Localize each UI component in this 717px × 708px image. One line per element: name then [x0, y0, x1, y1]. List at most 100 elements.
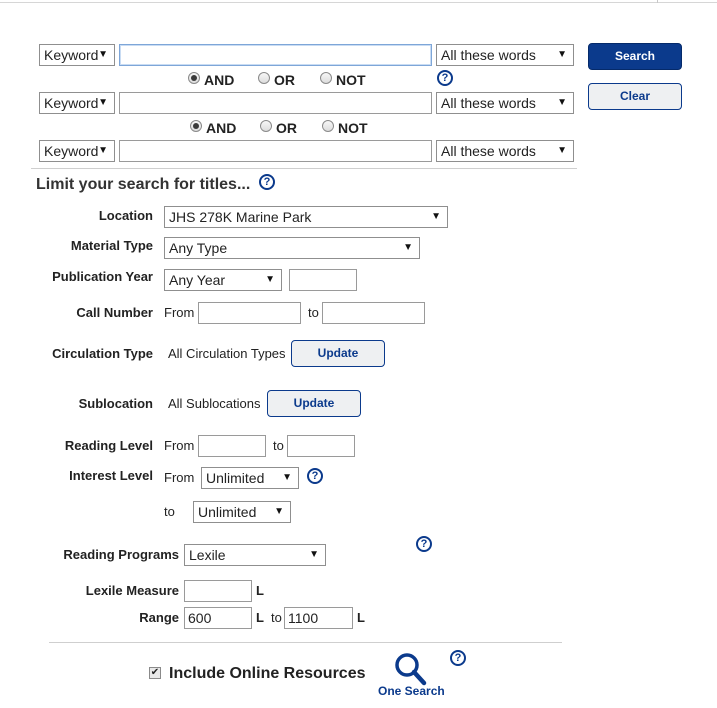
sublocation-update-button[interactable]: Update: [267, 390, 361, 417]
operator-and-radio-2[interactable]: [190, 120, 202, 132]
publication-year-select[interactable]: Any Year ▼: [164, 269, 282, 291]
help-icon[interactable]: ?: [450, 650, 466, 666]
publication-year-input[interactable]: [289, 269, 357, 291]
operator-and-label: AND: [206, 120, 237, 136]
reading-programs-select[interactable]: Lexile ▼: [184, 544, 326, 566]
circulation-type-value: All Circulation Types: [168, 346, 286, 361]
material-type-select[interactable]: Any Type ▼: [164, 237, 420, 259]
query-input-3[interactable]: [119, 140, 432, 162]
lexile-unit: L: [256, 583, 264, 598]
field-select-3[interactable]: Keyword ▼: [39, 140, 115, 162]
top-border: [0, 2, 717, 3]
call-number-from-label: From: [164, 305, 195, 320]
reading-level-to-label: to: [273, 438, 284, 453]
dropdown-arrow-icon: ▼: [274, 506, 284, 517]
online-resources-checkbox[interactable]: ✔: [149, 667, 161, 679]
search-magnifier-icon[interactable]: [393, 652, 427, 686]
operator-not-radio-1[interactable]: [320, 72, 332, 84]
match-select-3[interactable]: All these words ▼: [436, 140, 574, 162]
query-input-1[interactable]: [119, 44, 432, 66]
call-number-to-label: to: [308, 305, 319, 320]
reading-level-from-input[interactable]: [198, 435, 266, 457]
range-label: Range: [139, 610, 179, 625]
field-select-value: Keyword: [44, 95, 99, 111]
divider: [49, 642, 562, 643]
dropdown-arrow-icon: ▼: [98, 97, 108, 108]
publication-year-select-value: Any Year: [169, 272, 226, 288]
range-from-unit: L: [256, 610, 264, 625]
publication-year-label: Publication Year: [52, 269, 153, 284]
field-select-1[interactable]: Keyword ▼: [39, 44, 115, 66]
range-to-label: to: [271, 610, 282, 625]
reading-programs-select-value: Lexile: [189, 547, 226, 563]
dropdown-arrow-icon: ▼: [282, 472, 292, 483]
material-type-select-value: Any Type: [169, 240, 228, 256]
dropdown-arrow-icon: ▼: [265, 274, 275, 285]
interest-level-to-select[interactable]: Unlimited ▼: [193, 501, 291, 523]
dropdown-arrow-icon: ▼: [557, 145, 567, 156]
match-select-value: All these words: [441, 95, 536, 111]
location-select[interactable]: JHS 278K Marine Park ▼: [164, 206, 448, 228]
material-type-label: Material Type: [70, 238, 153, 253]
operator-and-label: AND: [204, 72, 235, 88]
range-to-unit: L: [357, 610, 365, 625]
match-select-value: All these words: [441, 47, 536, 63]
match-select-value: All these words: [441, 143, 536, 159]
operator-not-radio-2[interactable]: [322, 120, 334, 132]
reading-level-from-label: From: [164, 438, 195, 453]
top-border-notch: [657, 0, 658, 3]
limit-heading: Limit your search for titles...: [36, 176, 251, 193]
location-label: Location: [98, 208, 153, 223]
dropdown-arrow-icon: ▼: [431, 211, 441, 222]
range-to-input[interactable]: 1100: [284, 607, 353, 629]
search-button[interactable]: Search: [588, 43, 682, 70]
match-select-1[interactable]: All these words ▼: [436, 44, 574, 66]
interest-level-from-label: From: [164, 470, 195, 485]
lexile-measure-label: Lexile Measure: [85, 583, 179, 598]
dropdown-arrow-icon: ▼: [557, 49, 567, 60]
dropdown-arrow-icon: ▼: [98, 49, 108, 60]
help-icon[interactable]: ?: [437, 70, 453, 86]
interest-level-from-value: Unlimited: [206, 470, 265, 486]
sublocation-value: All Sublocations: [168, 396, 261, 411]
help-icon[interactable]: ?: [307, 468, 323, 484]
dropdown-arrow-icon: ▼: [557, 97, 567, 108]
operator-or-radio-2[interactable]: [260, 120, 272, 132]
operator-not-label: NOT: [338, 120, 368, 136]
operator-not-label: NOT: [336, 72, 366, 88]
help-icon[interactable]: ?: [259, 174, 275, 190]
interest-level-from-select[interactable]: Unlimited ▼: [201, 467, 299, 489]
clear-button[interactable]: Clear: [588, 83, 682, 110]
operator-or-label: OR: [276, 120, 297, 136]
interest-level-label: Interest Level: [69, 468, 153, 483]
operator-or-label: OR: [274, 72, 295, 88]
operator-and-radio-1[interactable]: [188, 72, 200, 84]
reading-level-label: Reading Level: [64, 438, 153, 453]
query-input-2[interactable]: [119, 92, 432, 114]
interest-level-to-label: to: [164, 504, 175, 519]
operator-or-radio-1[interactable]: [258, 72, 270, 84]
divider: [31, 168, 577, 169]
one-search-link[interactable]: One Search: [378, 684, 445, 698]
field-select-2[interactable]: Keyword ▼: [39, 92, 115, 114]
help-icon[interactable]: ?: [416, 536, 432, 552]
field-select-value: Keyword: [44, 143, 99, 159]
call-number-from-input[interactable]: [198, 302, 301, 324]
interest-level-to-value: Unlimited: [198, 504, 257, 520]
match-select-2[interactable]: All these words ▼: [436, 92, 574, 114]
dropdown-arrow-icon: ▼: [98, 145, 108, 156]
online-resources-label: Include Online Resources: [169, 665, 366, 682]
reading-programs-label: Reading Programs: [63, 547, 179, 562]
dropdown-arrow-icon: ▼: [403, 242, 413, 253]
reading-level-to-input[interactable]: [287, 435, 355, 457]
call-number-label: Call Number: [76, 305, 153, 320]
circulation-update-button[interactable]: Update: [291, 340, 385, 367]
circulation-type-label: Circulation Type: [52, 346, 153, 361]
range-from-input[interactable]: 600: [184, 607, 252, 629]
location-select-value: JHS 278K Marine Park: [169, 209, 312, 225]
dropdown-arrow-icon: ▼: [309, 549, 319, 560]
call-number-to-input[interactable]: [322, 302, 425, 324]
lexile-measure-input[interactable]: [184, 580, 252, 602]
field-select-value: Keyword: [44, 47, 99, 63]
sublocation-label: Sublocation: [78, 396, 153, 411]
